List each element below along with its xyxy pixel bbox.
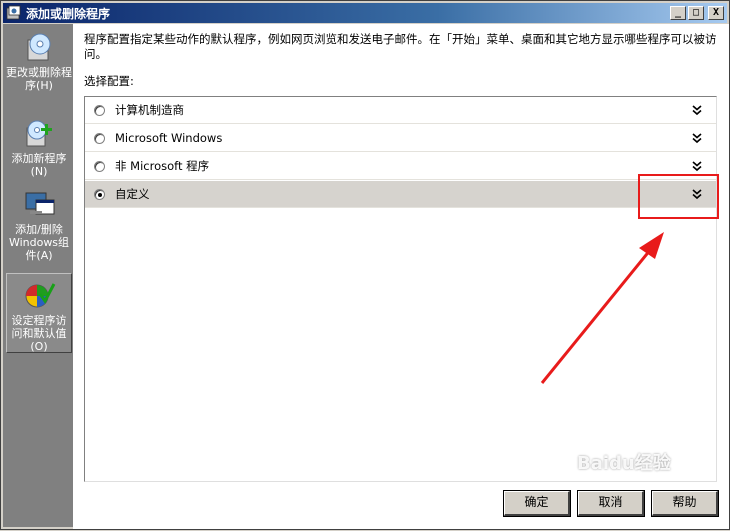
windows-components-icon: [22, 187, 56, 221]
config-label-text: 计算机制造商: [115, 103, 184, 117]
sidebar-item-add-new[interactable]: 添加新程序(N): [6, 116, 72, 178]
watermark: Baidu经验: [577, 453, 671, 474]
config-row-microsoft-windows[interactable]: Microsoft Windows: [85, 125, 716, 152]
sidebar-item-label: 添加新程序(N): [11, 152, 67, 178]
add-remove-programs-window: 添加或删除程序 _ □ X 更改或删除程序(H) 添加新程序(N) 添加/删除W…: [0, 0, 730, 530]
maximize-button[interactable]: □: [688, 6, 704, 20]
config-label-text: Microsoft Windows: [115, 131, 223, 145]
title-bar[interactable]: 添加或删除程序 _ □ X: [3, 3, 727, 23]
minimize-button[interactable]: _: [670, 6, 686, 20]
annotation-highlight-box: [638, 174, 719, 219]
config-radio-selected[interactable]: [94, 188, 105, 200]
config-label-text: 自定义: [115, 187, 150, 201]
cancel-button[interactable]: 取消: [577, 490, 645, 517]
config-radio[interactable]: [94, 160, 105, 172]
window-title: 添加或删除程序: [26, 6, 111, 21]
add-program-icon: [22, 116, 56, 150]
defaults-check-icon: [22, 278, 56, 312]
chevron-double-down-icon[interactable]: [690, 159, 704, 173]
close-button[interactable]: X: [708, 6, 724, 20]
chevron-double-down-icon[interactable]: [690, 103, 704, 117]
chevron-double-down-icon[interactable]: [690, 131, 704, 145]
help-button[interactable]: 帮助: [651, 490, 719, 517]
sidebar-item-label: 添加/删除Windows组件(A): [8, 223, 70, 262]
ok-button[interactable]: 确定: [503, 490, 571, 517]
cd-box-icon: [22, 30, 56, 64]
app-icon: [6, 5, 22, 21]
sidebar: 更改或删除程序(H) 添加新程序(N) 添加/删除Windows组件(A) 设定…: [3, 24, 73, 527]
config-row-non-microsoft[interactable]: 非 Microsoft 程序: [85, 153, 716, 180]
config-row-custom[interactable]: 自定义: [85, 181, 716, 208]
sidebar-item-label: 更改或删除程序(H): [6, 66, 72, 92]
sidebar-item-change-remove[interactable]: 更改或删除程序(H): [6, 30, 72, 92]
sidebar-item-windows-components[interactable]: 添加/删除Windows组件(A): [6, 187, 72, 262]
configuration-list: 计算机制造商 Microsoft Windows 非 Microsoft 程序: [84, 96, 717, 482]
config-radio[interactable]: [94, 132, 105, 144]
sidebar-item-label: 设定程序访问和默认值(O): [11, 314, 67, 353]
sidebar-item-set-defaults[interactable]: 设定程序访问和默认值(O): [6, 273, 72, 353]
config-radio[interactable]: [94, 104, 105, 116]
description-text: 程序配置指定某些动作的默认程序，例如网页浏览和发送电子邮件。在「开始」菜单、桌面…: [84, 32, 717, 61]
config-label-text: 非 Microsoft 程序: [115, 159, 210, 173]
config-label: 选择配置:: [84, 74, 134, 88]
config-row-manufacturer[interactable]: 计算机制造商: [85, 97, 716, 124]
